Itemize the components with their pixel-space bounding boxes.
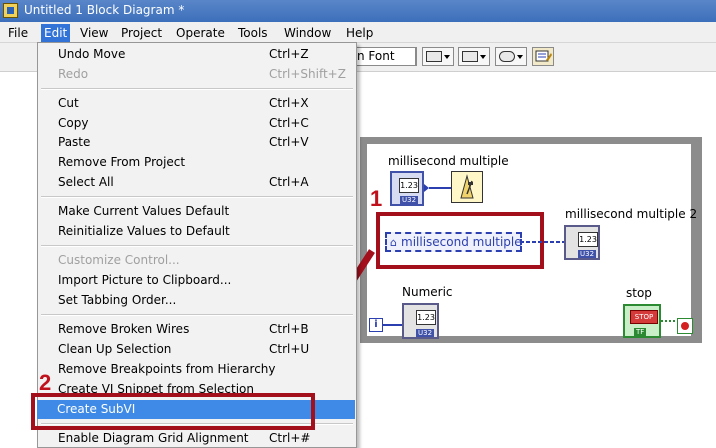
chevron-down-icon <box>480 55 486 59</box>
menu-project[interactable]: Project <box>121 25 162 41</box>
menu-item-label: Enable Diagram Grid Alignment <box>58 431 249 445</box>
menu-item-remove-breakpoints[interactable]: Remove Breakpoints from Hierarchy <box>38 360 356 379</box>
menu-item-select-all[interactable]: Select All Ctrl+A <box>38 173 356 192</box>
menu-separator <box>41 88 353 90</box>
menu-view[interactable]: View <box>80 25 108 41</box>
menu-item-label: Select All <box>58 175 114 189</box>
metronome-icon <box>460 174 474 199</box>
house-icon: ⌂ <box>390 236 397 249</box>
step-1-marker: 1 <box>370 186 383 211</box>
numeric-indicator[interactable]: 1.23 U32 <box>402 303 439 339</box>
menu-item-label: Remove Breakpoints from Hierarchy <box>58 362 276 376</box>
menu-window[interactable]: Window <box>284 25 331 41</box>
align-icon <box>426 51 442 62</box>
menu-item-redo: Redo Ctrl+Shift+Z <box>38 65 356 84</box>
ms-multiple-terminal[interactable]: 1.23 U32 <box>390 171 424 206</box>
u32-tag: U32 <box>400 196 419 204</box>
menu-item-remove-from-project[interactable]: Remove From Project <box>38 153 356 172</box>
stop-button-terminal[interactable]: STOP TF <box>623 304 661 338</box>
local-variable-label: millisecond multiple <box>401 235 522 249</box>
left-margin <box>0 72 37 448</box>
ms-multiple-2-label: millisecond multiple 2 <box>565 207 698 221</box>
menu-item-shortcut: Ctrl+Z <box>269 47 309 61</box>
menu-item-shortcut: Ctrl+# <box>269 431 311 445</box>
loop-condition-terminal[interactable] <box>677 318 693 334</box>
menu-item-set-tabbing-order[interactable]: Set Tabbing Order... <box>38 291 356 310</box>
menu-item-label: Undo Move <box>58 47 126 61</box>
numeric-face: 1.23 <box>578 232 598 247</box>
menu-item-label: Customize Control... <box>58 253 180 267</box>
distribute-objects-dropdown[interactable] <box>458 47 490 66</box>
reorder-icon <box>499 51 515 62</box>
iteration-wire[interactable] <box>383 324 402 326</box>
ms-multiple-2-indicator[interactable]: 1.23 U32 <box>564 225 600 260</box>
edit-menu-dropdown: Undo Move Ctrl+Z Redo Ctrl+Shift+Z Cut Ctrl… <box>37 42 357 448</box>
menu-item-paste[interactable]: Paste Ctrl+V <box>38 133 356 152</box>
u32-tag: U32 <box>578 250 597 258</box>
numeric-label: Numeric <box>402 285 453 299</box>
clean-up-diagram-button[interactable] <box>532 47 554 66</box>
stop-if-true-icon <box>681 322 689 330</box>
font-selector[interactable]: n Font <box>352 47 416 66</box>
ms-multiple-label: millisecond multiple <box>388 154 509 168</box>
menu-tools[interactable]: Tools <box>238 25 268 41</box>
numeric-face: 1.23 <box>399 178 419 193</box>
menu-bar: File Edit View Project Operate Tools Win… <box>0 22 716 43</box>
menu-item-shortcut: Ctrl+B <box>269 322 309 336</box>
ms-multiple-local-variable[interactable]: ⌂ millisecond multiple <box>385 232 522 252</box>
menu-item-shortcut: Ctrl+V <box>269 135 309 149</box>
menu-item-remove-broken-wires[interactable]: Remove Broken Wires Ctrl+B <box>38 320 356 339</box>
menu-item-undo-move[interactable]: Undo Move Ctrl+Z <box>38 45 356 64</box>
font-selector-arrow[interactable] <box>416 47 417 66</box>
menu-item-label: Clean Up Selection <box>58 342 172 356</box>
menu-item-reinitialize-values[interactable]: Reinitialize Values to Default <box>38 222 356 241</box>
menu-item-shortcut: Ctrl+C <box>269 116 309 130</box>
distribute-icon <box>462 51 478 62</box>
menu-item-label: Import Picture to Clipboard... <box>58 273 232 287</box>
title-bar: Untitled 1 Block Diagram * <box>0 0 716 22</box>
tf-tag: TF <box>634 328 647 336</box>
u32-tag: U32 <box>416 329 435 337</box>
menu-separator <box>41 196 353 198</box>
chevron-down-icon <box>517 55 523 59</box>
wait-until-next-ms-multiple-node[interactable] <box>451 171 483 203</box>
menu-help[interactable]: Help <box>346 25 373 41</box>
menu-item-copy[interactable]: Copy Ctrl+C <box>38 114 356 133</box>
stop-label: stop <box>626 286 652 300</box>
labview-app-icon <box>3 3 18 18</box>
menu-item-label: Cut <box>58 96 79 110</box>
stop-face: STOP <box>630 310 658 324</box>
menu-item-label: Remove From Project <box>58 155 186 169</box>
wire-to-wait[interactable] <box>424 176 454 200</box>
menu-item-label: Copy <box>58 116 89 130</box>
menu-item-label: Paste <box>58 135 91 149</box>
align-objects-dropdown[interactable] <box>422 47 454 66</box>
clean-up-icon <box>535 50 552 62</box>
menu-edit[interactable]: Edit <box>41 24 71 42</box>
menu-separator <box>41 314 353 316</box>
reorder-dropdown[interactable] <box>495 47 527 66</box>
menu-separator <box>41 245 353 247</box>
menu-item-label: Remove Broken Wires <box>58 322 190 336</box>
menu-item-import-picture[interactable]: Import Picture to Clipboard... <box>38 271 356 290</box>
menu-operate[interactable]: Operate <box>176 25 225 41</box>
menu-item-shortcut: Ctrl+U <box>269 342 310 356</box>
menu-item-enable-grid-alignment[interactable]: Enable Diagram Grid Alignment Ctrl+# <box>38 429 356 448</box>
menu-item-shortcut: Ctrl+X <box>269 96 309 110</box>
menu-item-label: Redo <box>58 67 89 81</box>
menu-item-cut[interactable]: Cut Ctrl+X <box>38 94 356 113</box>
step-2-highlight-box <box>31 393 315 430</box>
menu-file[interactable]: File <box>8 25 28 41</box>
menu-item-shortcut: Ctrl+A <box>269 175 309 189</box>
numeric-face: 1.23 <box>416 310 436 325</box>
window-title: Untitled 1 Block Diagram * <box>24 3 185 17</box>
menu-item-shortcut: Ctrl+Shift+Z <box>269 67 346 81</box>
menu-item-label: Make Current Values Default <box>58 204 230 218</box>
menu-item-customize-control: Customize Control... <box>38 251 356 270</box>
menu-item-label: Reinitialize Values to Default <box>58 224 230 238</box>
chevron-down-icon <box>444 55 450 59</box>
menu-item-label: Set Tabbing Order... <box>58 293 177 307</box>
menu-item-make-current-values-default[interactable]: Make Current Values Default <box>38 202 356 221</box>
menu-item-clean-up-selection[interactable]: Clean Up Selection Ctrl+U <box>38 340 356 359</box>
